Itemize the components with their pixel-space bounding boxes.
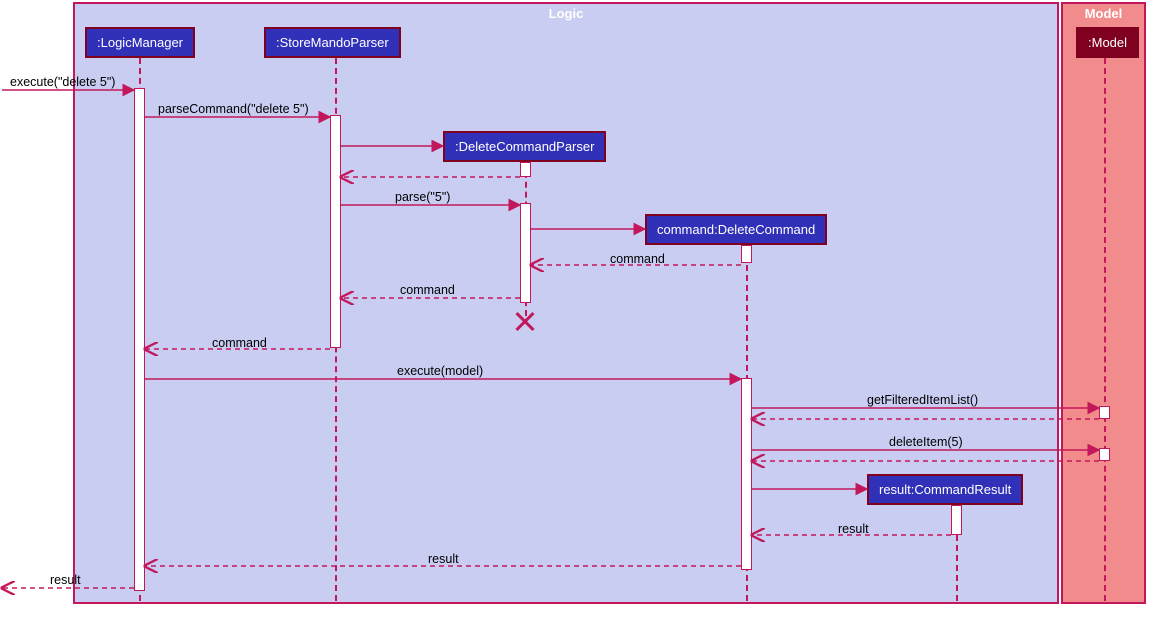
activation-delete-command-parser-2 xyxy=(520,203,531,303)
msg-command-3: command xyxy=(212,336,267,350)
msg-parse5: parse("5") xyxy=(395,190,450,204)
lifeline-model xyxy=(1104,58,1106,601)
activation-model-2 xyxy=(1099,448,1110,461)
activation-command-result xyxy=(951,505,962,535)
region-model-title: Model xyxy=(1085,6,1123,21)
activation-delete-command-1 xyxy=(741,245,752,263)
activation-delete-command-parser-1 xyxy=(520,162,531,177)
msg-execute-delete5: execute("delete 5") xyxy=(10,75,115,89)
msg-execute-model: execute(model) xyxy=(397,364,483,378)
msg-parse-command: parseCommand("delete 5") xyxy=(158,102,309,116)
activation-logic-manager xyxy=(134,88,145,591)
activation-delete-command-2 xyxy=(741,378,752,570)
participant-store-mando-parser: :StoreMandoParser xyxy=(264,27,401,58)
participant-delete-command-parser: :DeleteCommandParser xyxy=(443,131,606,162)
msg-get-filtered-item-list: getFilteredItemList() xyxy=(867,393,978,407)
participant-delete-command: command:DeleteCommand xyxy=(645,214,827,245)
msg-result-1: result xyxy=(838,522,869,536)
msg-result-2: result xyxy=(428,552,459,566)
participant-model: :Model xyxy=(1076,27,1139,58)
msg-delete-item-5: deleteItem(5) xyxy=(889,435,963,449)
activation-store-mando-parser xyxy=(330,115,341,348)
participant-command-result: result:CommandResult xyxy=(867,474,1023,505)
region-logic: Logic xyxy=(73,2,1059,604)
activation-model-1 xyxy=(1099,406,1110,419)
msg-command-2: command xyxy=(400,283,455,297)
msg-command-1: command xyxy=(610,252,665,266)
participant-logic-manager: :LogicManager xyxy=(85,27,195,58)
destroy-icon xyxy=(515,311,535,331)
region-logic-title: Logic xyxy=(549,6,584,21)
msg-result-3: result xyxy=(50,573,81,587)
